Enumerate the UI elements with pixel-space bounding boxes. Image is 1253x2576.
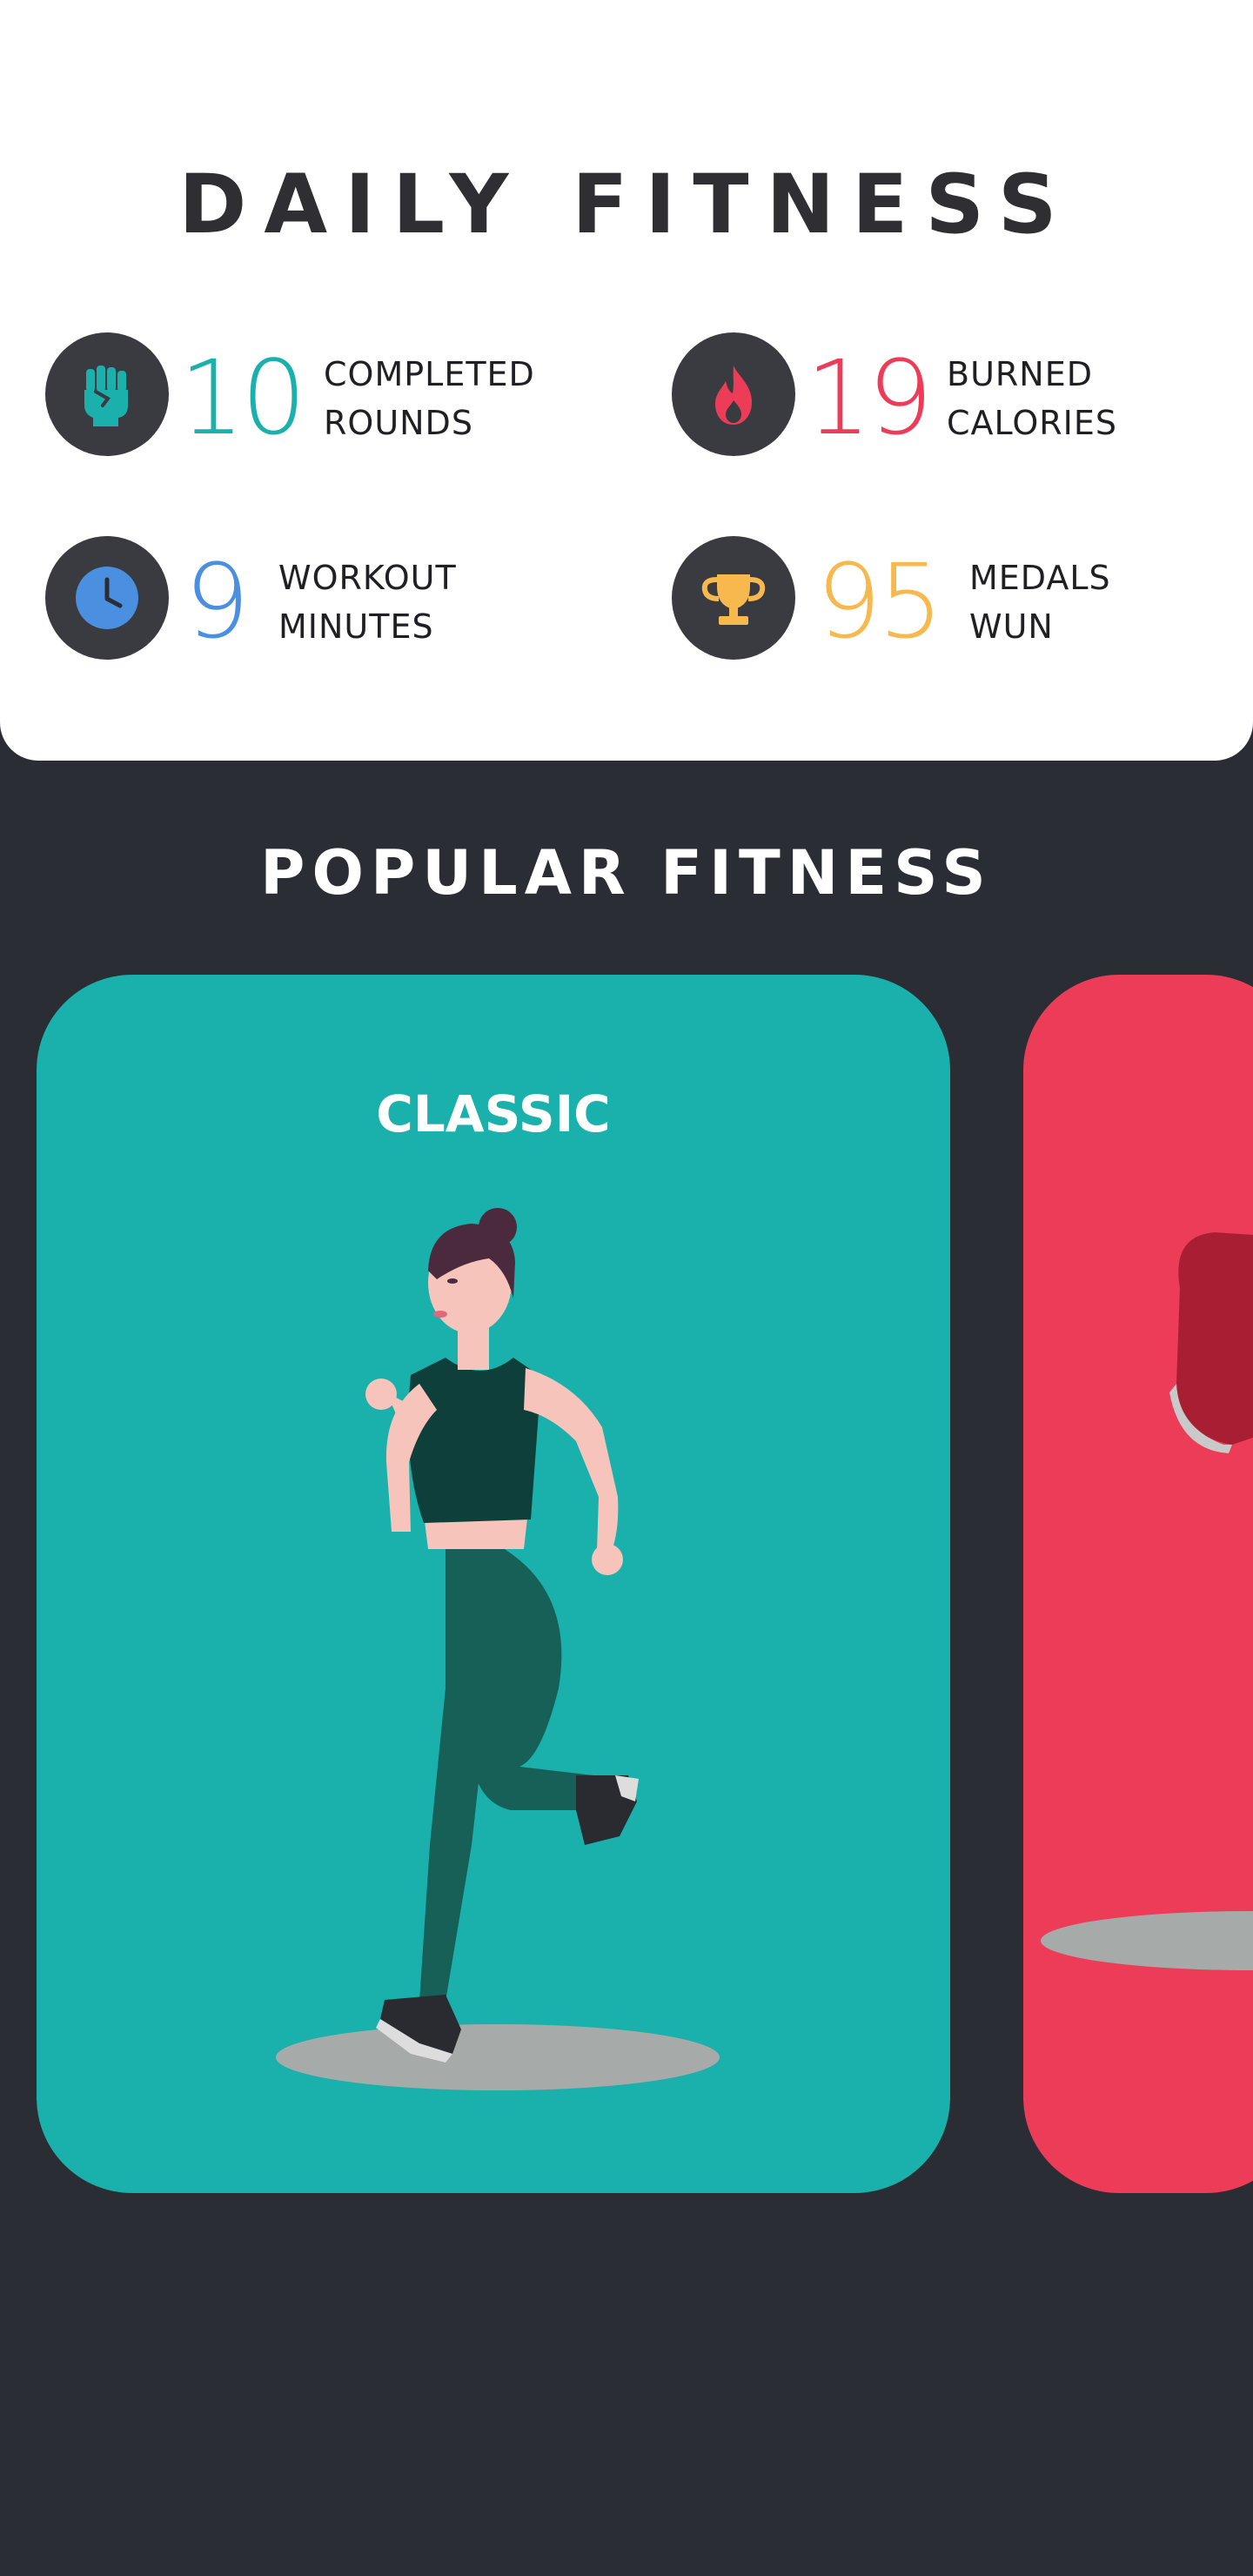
fitness-card-next[interactable]: [1023, 975, 1253, 2193]
stat-value: 9: [184, 541, 250, 661]
stat-value: 10: [179, 338, 306, 458]
stat-label: WORKOUT MINUTES: [278, 559, 457, 646]
stat-medals: 95 MEDALS WUN: [672, 536, 1229, 661]
section-title: POPULAR FITNESS: [260, 837, 993, 909]
stat-value: 95: [816, 541, 943, 661]
stat-label: BURNED CALORIES: [947, 355, 1117, 442]
running-woman-illustration: [276, 1208, 720, 2090]
trophy-icon: [672, 536, 795, 660]
flame-icon: [672, 332, 795, 456]
stat-label: MEDALS WUN: [969, 559, 1111, 646]
stat-workout-minutes: 9 WORKOUT MINUTES: [45, 536, 602, 661]
clock-icon: [45, 536, 169, 660]
fitness-card-classic[interactable]: CLASSIC: [37, 975, 950, 2193]
sneaker-illustration: [1041, 1232, 1253, 1970]
fist-icon: [45, 332, 169, 456]
stat-completed-rounds: 10 COMPLETED ROUNDS: [45, 332, 602, 458]
daily-fitness-panel: DAILY FITNESS 10 COMPLETED ROUNDS 19 BUR…: [0, 0, 1253, 761]
stat-label: COMPLETED ROUNDS: [324, 355, 535, 442]
page-title: DAILY FITNESS: [178, 158, 1075, 252]
stat-value: 19: [806, 338, 933, 458]
stat-burned-calories: 19 BURNED CALORIES: [672, 332, 1229, 458]
